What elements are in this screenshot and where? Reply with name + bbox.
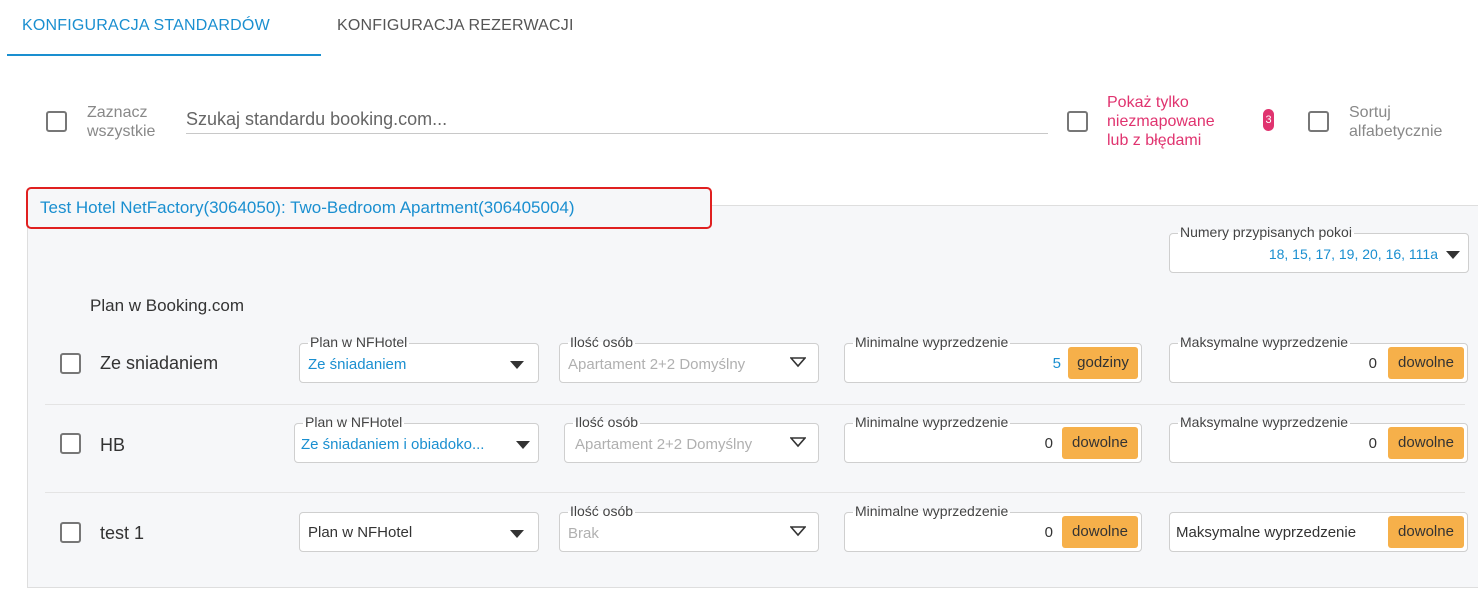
nfhotel-plan-label: Plan w NFHotel [308,334,410,350]
min-advance-label: Minimalne wyprzedzenie [853,414,1011,430]
row-checkbox[interactable] [60,353,81,374]
max-advance-label: Maksymalne wyprzedzenie [1178,334,1351,350]
persons-select[interactable]: Ilość osób Apartament 2+2 Domyślny [559,334,819,383]
show-unmapped-checkbox[interactable] [1067,111,1088,132]
select-all-label-line2: wszystkie [87,123,156,140]
tab-bar: KONFIGURACJA STANDARDÓW KONFIGURACJA REZ… [0,0,1478,57]
chevron-down-icon [510,530,524,538]
show-unmapped-line3: lub z błędami [1107,132,1202,149]
max-advance-field[interactable]: Maksymalne wyprzedzenie 0 dowolne [1169,334,1468,383]
nfhotel-plan-placeholder: Plan w NFHotel [308,524,413,541]
min-advance-field[interactable]: Minimalne wyprzedzenie 5 godziny [844,334,1142,383]
room-standard-title[interactable]: Test Hotel NetFactory(3064050): Two-Bedr… [40,198,575,218]
min-advance-field[interactable]: Minimalne wyprzedzenie 0 dowolne [844,503,1142,552]
booking-plan-name: test 1 [100,523,145,543]
assigned-rooms-label: Numery przypisanych pokoi [1178,224,1354,240]
persons-value: Apartament 2+2 Domyślny [568,356,746,373]
persons-label: Ilość osób [568,334,636,350]
nfhotel-plan-value: Ze śniadaniem i obiadoko... [301,436,485,453]
min-advance-unit-button[interactable]: dowolne [1062,427,1138,459]
persons-value: Apartament 2+2 Domyślny [575,436,753,453]
persons-select[interactable]: Ilość osób Brak [559,503,819,552]
row-checkbox[interactable] [60,433,81,454]
chevron-down-icon [790,357,806,368]
assigned-rooms-value: 18, 15, 17, 19, 20, 16, 111a [1268,246,1438,262]
sort-alphabetically-label: Sortuj alfabetycznie [1349,103,1442,141]
min-advance-label: Minimalne wyprzedzenie [853,503,1011,519]
persons-value: Brak [568,525,599,542]
max-advance-unit-button[interactable]: dowolne [1388,516,1464,548]
nfhotel-plan-select[interactable]: Plan w NFHotel Ze śniadaniem i obiadoko.… [294,414,539,463]
room-standard-title-box: Test Hotel NetFactory(3064050): Two-Bedr… [26,187,712,229]
sort-label-line2: alfabetycznie [1349,123,1443,140]
persons-label: Ilość osób [573,414,641,430]
min-advance-value[interactable]: 5 [1053,355,1061,372]
persons-select[interactable]: Ilość osób Apartament 2+2 Domyślny [564,414,819,463]
nfhotel-plan-label: Plan w NFHotel [303,414,405,430]
show-unmapped-line1: Pokaż tylko [1107,94,1189,111]
sort-label-line1: Sortuj [1349,104,1391,121]
show-unmapped-label: Pokaż tylko niezmapowane lub z błędami [1107,93,1215,150]
row-divider [45,492,1465,493]
nfhotel-plan-select[interactable]: Plan w NFHotel [299,512,539,552]
chevron-down-icon [1446,251,1460,259]
tab-standards-config[interactable]: KONFIGURACJA STANDARDÓW [22,17,270,35]
min-advance-field[interactable]: Minimalne wyprzedzenie 0 dowolne [844,414,1142,463]
min-advance-value[interactable]: 0 [1045,435,1053,452]
max-advance-field[interactable]: Maksymalne wyprzedzenie 0 dowolne [1169,414,1468,463]
min-advance-value[interactable]: 0 [1045,524,1053,541]
tab-reservations-config[interactable]: KONFIGURACJA REZERWACJI [337,17,574,35]
search-input[interactable] [186,100,1048,134]
nfhotel-plan-select[interactable]: Plan w NFHotel Ze śniadaniem [299,334,539,383]
unmapped-count-badge: 3 [1263,109,1274,131]
assigned-rooms-select[interactable]: Numery przypisanych pokoi 18, 15, 17, 19… [1169,224,1469,273]
select-all-label-line1: Zaznacz [87,104,148,121]
sort-alphabetically-checkbox[interactable] [1308,111,1329,132]
row-checkbox[interactable] [60,522,81,543]
show-unmapped-line2: niezmapowane [1107,113,1215,130]
chevron-down-icon [790,437,806,448]
chevron-down-icon [510,361,524,369]
max-advance-unit-button[interactable]: dowolne [1388,347,1464,379]
chevron-down-icon [790,526,806,537]
nfhotel-plan-value: Ze śniadaniem [308,356,407,373]
min-advance-unit-button[interactable]: godziny [1068,347,1138,379]
booking-plan-name: Ze sniadaniem [100,353,219,373]
max-advance-value[interactable]: 0 [1369,355,1377,372]
min-advance-label: Minimalne wyprzedzenie [853,334,1011,350]
persons-label: Ilość osób [568,503,636,519]
select-all-checkbox[interactable] [46,111,67,132]
max-advance-placeholder[interactable]: Maksymalne wyprzedzenie [1176,524,1356,541]
select-all-label: Zaznacz wszystkie [87,103,155,141]
max-advance-value[interactable]: 0 [1369,435,1377,452]
active-tab-indicator [7,54,321,56]
max-advance-label: Maksymalne wyprzedzenie [1178,414,1351,430]
row-divider [45,404,1465,405]
chevron-down-icon [516,441,530,449]
max-advance-unit-button[interactable]: dowolne [1388,427,1464,459]
min-advance-unit-button[interactable]: dowolne [1062,516,1138,548]
booking-plan-name: HB [100,435,126,455]
max-advance-field[interactable]: Maksymalne wyprzedzenie dowolne [1169,512,1468,552]
booking-plan-header: Plan w Booking.com [90,296,245,315]
